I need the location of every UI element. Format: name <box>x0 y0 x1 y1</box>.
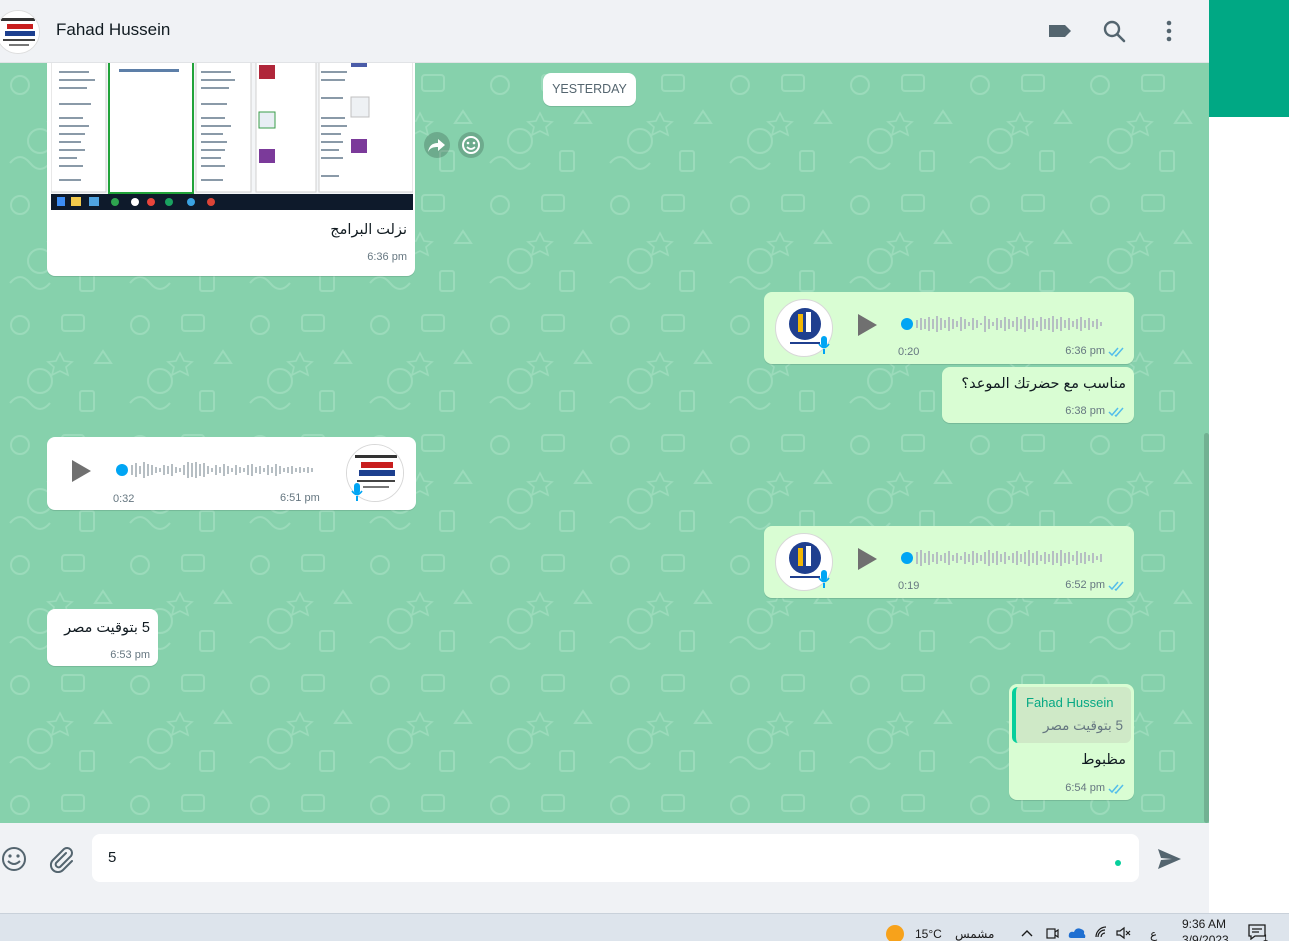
message-text-in[interactable]: 5 بتوقيت مصر 6:53 pm <box>47 609 158 666</box>
message-time: 6:51 pm <box>280 492 320 504</box>
voice-waveform[interactable] <box>900 547 1112 569</box>
message-reply-out[interactable]: Fahad Hussein 5 بتوقيت مصر مظبوط 6:54 pm <box>1009 684 1134 800</box>
voice-duration: 0:19 <box>898 580 920 592</box>
emoji-icon <box>462 136 480 154</box>
chat-scrollbar[interactable] <box>1204 433 1209 823</box>
message-text: مظبوط <box>1081 752 1126 768</box>
message-time: 6:52 pm <box>1065 579 1105 591</box>
quoted-text: 5 بتوقيت مصر <box>1043 718 1123 733</box>
search-icon[interactable] <box>1100 17 1128 45</box>
play-icon[interactable] <box>855 312 879 338</box>
onedrive-icon[interactable] <box>1068 926 1086 940</box>
mic-icon <box>818 570 830 588</box>
message-voice-out[interactable]: 0:20 6:36 pm <box>764 292 1134 364</box>
menu-icon[interactable] <box>1155 17 1183 45</box>
mic-icon <box>818 336 830 354</box>
contact-avatar[interactable] <box>0 10 40 54</box>
windows-taskbar: 15°C مشمس ع 9:36 AM 3/9/2023 1 <box>0 913 1289 941</box>
message-voice-in[interactable]: 0:32 6:51 pm <box>47 437 416 510</box>
input-language[interactable]: ع <box>1150 927 1157 941</box>
attach-icon[interactable] <box>46 845 74 873</box>
contact-name[interactable]: Fahad Hussein <box>56 20 170 40</box>
wifi-icon[interactable] <box>1094 926 1108 940</box>
read-ticks-icon <box>1108 784 1124 794</box>
clock-date[interactable]: 3/9/2023 <box>1182 933 1229 941</box>
play-icon[interactable] <box>69 458 93 484</box>
message-voice-out[interactable]: 0:19 6:52 pm <box>764 526 1134 598</box>
play-icon[interactable] <box>855 546 879 572</box>
message-time: 6:36 pm <box>1065 345 1105 357</box>
meet-icon[interactable] <box>1045 926 1059 940</box>
weather-text[interactable]: مشمس <box>955 927 994 941</box>
emoji-icon[interactable] <box>0 845 28 873</box>
clock-time[interactable]: 9:36 AM <box>1182 917 1226 931</box>
message-text-out[interactable]: مناسب مع حضرتك الموعد؟ 6:38 pm <box>942 367 1134 423</box>
read-ticks-icon <box>1108 407 1124 417</box>
chevron-up-icon[interactable] <box>1020 928 1034 938</box>
typing-indicator-dot <box>1115 860 1121 866</box>
screenshot-thumbnail[interactable] <box>51 63 413 210</box>
date-separator: YESTERDAY <box>543 73 636 106</box>
forward-icon <box>428 139 445 152</box>
message-time: 6:36 pm <box>367 251 407 263</box>
label-icon[interactable] <box>1046 17 1074 45</box>
weather-temp[interactable]: 15°C <box>915 927 942 941</box>
message-caption: نزلت البرامج <box>330 222 407 238</box>
react-button[interactable] <box>458 132 484 158</box>
message-time: 6:54 pm <box>1065 782 1105 794</box>
message-input[interactable]: 5 <box>92 834 1139 882</box>
chat-header: Fahad Hussein <box>0 0 1209 63</box>
accent-strip <box>1209 0 1289 117</box>
send-icon[interactable] <box>1155 845 1183 873</box>
whatsapp-window: Fahad Hussein YESTERDAY نزلت البرامج 6:3… <box>0 0 1209 913</box>
message-time: 6:38 pm <box>1065 405 1105 417</box>
voice-duration: 0:20 <box>898 346 920 358</box>
voice-waveform[interactable] <box>115 459 327 481</box>
forward-button[interactable] <box>424 132 450 158</box>
read-ticks-icon <box>1108 347 1124 357</box>
message-input-value: 5 <box>108 849 117 866</box>
conversation-panel: YESTERDAY نزلت البرامج 6:36 pm 0:20 6:36… <box>0 63 1209 823</box>
voice-duration: 0:32 <box>113 493 135 505</box>
voice-waveform[interactable] <box>900 313 1112 335</box>
message-time: 6:53 pm <box>110 649 150 661</box>
mic-icon <box>351 483 363 501</box>
read-ticks-icon <box>1108 581 1124 591</box>
message-text: 5 بتوقيت مصر <box>64 620 150 636</box>
volume-muted-icon[interactable] <box>1115 926 1131 940</box>
notification-count: 1 <box>1263 933 1269 941</box>
quoted-message[interactable]: Fahad Hussein 5 بتوقيت مصر <box>1012 687 1131 743</box>
weather-sun-icon[interactable] <box>886 925 904 941</box>
message-image-in[interactable]: نزلت البرامج 6:36 pm <box>47 63 415 276</box>
composer-bar: 5 <box>0 823 1209 893</box>
contact-avatar-image <box>0 11 39 53</box>
quoted-author: Fahad Hussein <box>1026 695 1114 710</box>
message-text: مناسب مع حضرتك الموعد؟ <box>961 376 1126 392</box>
